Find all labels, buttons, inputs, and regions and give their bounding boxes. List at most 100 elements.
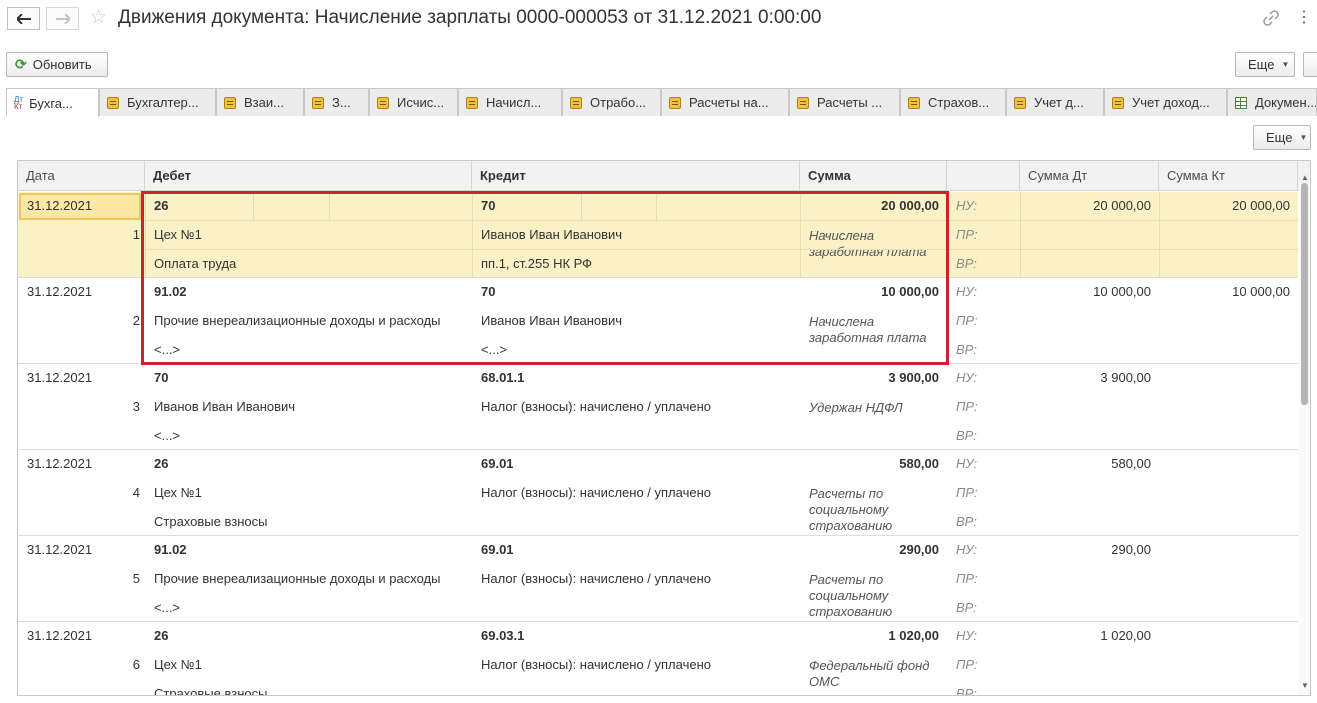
scroll-up-icon[interactable]: ▲ xyxy=(1301,173,1309,182)
tab-accounting[interactable]: Дт Кт Бухга... xyxy=(6,88,99,117)
credit-account: 69.03.1 xyxy=(481,628,525,643)
accounting-type-label-nu: НУ: xyxy=(956,628,978,643)
debit-subconto-2: <...> xyxy=(154,342,181,357)
accounting-type-label-vr: ВР: xyxy=(956,342,977,357)
tab-label: Учет доход... xyxy=(1132,95,1210,110)
tab-label: Отрабо... xyxy=(590,95,647,110)
table-row[interactable]: 31.12.2021 5 91.02 Прочие внереализационные… xyxy=(18,536,1298,622)
debit-subconto-2: Страховые взносы xyxy=(154,686,268,696)
accounting-type-label-nu: НУ: xyxy=(956,198,978,213)
help-button[interactable] xyxy=(1303,52,1317,77)
table-row[interactable]: 31.12.2021 6 26 Цех №1 Страховые взносы 69.03… xyxy=(18,622,1298,696)
tab-label: Начисл... xyxy=(486,95,542,110)
row-date: 31.12.2021 xyxy=(27,628,93,643)
table-row[interactable]: 31.12.2021 3 70 Иванов Иван Иванович <...> 68… xyxy=(18,364,1298,450)
tab-register-9[interactable]: Страхов... xyxy=(900,88,1006,116)
row-date: 31.12.2021 xyxy=(27,456,93,471)
tab-documents[interactable]: Докумен... xyxy=(1227,88,1317,116)
col-sum-dt[interactable]: Сумма Дт xyxy=(1020,161,1159,191)
credit-subconto-1: Налог (взносы): начислено / уплачено xyxy=(481,399,711,414)
col-sum-kt[interactable]: Сумма Кт xyxy=(1159,161,1298,191)
amount: 580,00 xyxy=(899,456,939,471)
column-separator xyxy=(1020,192,1021,278)
entry-content: Начислена заработная плата xyxy=(809,228,927,259)
register-icon xyxy=(908,96,920,109)
sum-dt: 580,00 xyxy=(1111,456,1151,471)
refresh-button[interactable]: ⟳ Обновить xyxy=(6,52,108,77)
favorite-star-icon[interactable]: ☆ xyxy=(90,7,107,29)
tab-register-10[interactable]: Учет д... xyxy=(1006,88,1104,116)
debit-subconto-2: Оплата труда xyxy=(154,256,237,271)
register-icon xyxy=(570,96,582,109)
accounting-type-label-pr: ПР: xyxy=(956,227,978,242)
col-debit[interactable]: Дебет xyxy=(145,161,472,191)
scrollbar-thumb[interactable] xyxy=(1301,183,1308,405)
table-more-button[interactable]: Еще ▼ xyxy=(1253,125,1311,150)
credit-account: 68.01.1 xyxy=(481,370,525,385)
tab-register-5[interactable]: Начисл... xyxy=(458,88,562,116)
register-icon xyxy=(1112,96,1124,109)
tab-label: Бухгалтер... xyxy=(127,95,199,110)
tab-register-1[interactable]: Бухгалтер... xyxy=(99,88,216,116)
link-icon[interactable] xyxy=(1263,10,1279,29)
back-button[interactable] xyxy=(7,7,40,30)
accounting-type-label-nu: НУ: xyxy=(956,370,978,385)
column-separator xyxy=(800,192,801,278)
table-row[interactable]: 31.12.2021 4 26 Цех №1 Страховые взносы 69.01… xyxy=(18,450,1298,536)
col-date[interactable]: Дата xyxy=(18,161,145,191)
table-row[interactable]: 31.12.2021 1 26 Цех №1 Оплата труда 70 Иванов … xyxy=(18,192,1298,278)
row-number: 3 xyxy=(132,399,140,414)
subcolumn-separator xyxy=(329,192,330,220)
arrow-right-icon xyxy=(55,13,70,24)
debit-account: 70 xyxy=(154,370,169,385)
register-icon xyxy=(224,96,236,109)
register-icon xyxy=(312,96,324,109)
tab-register-2[interactable]: Взаи... xyxy=(216,88,304,116)
more-label: Еще xyxy=(1248,57,1275,72)
arrow-left-icon xyxy=(16,13,31,24)
more-vertical-icon[interactable]: ⋮ xyxy=(1296,8,1312,28)
col-accounting-type[interactable] xyxy=(947,161,1020,191)
subcolumn-separator xyxy=(581,192,582,220)
entry-content: Удержан НДФЛ xyxy=(809,400,903,415)
scroll-down-icon[interactable]: ▼ xyxy=(1301,681,1309,690)
forward-button[interactable] xyxy=(46,7,79,30)
debit-subconto-2: Страховые взносы xyxy=(154,514,268,529)
credit-subconto-1: Налог (взносы): начислено / уплачено xyxy=(481,485,711,500)
row-separator xyxy=(145,220,1298,221)
tab-register-3[interactable]: З... xyxy=(304,88,369,116)
debit-subconto-1: Цех №1 xyxy=(154,485,202,500)
sum-kt: 20 000,00 xyxy=(1232,198,1290,213)
col-amount[interactable]: Сумма xyxy=(800,161,947,191)
caret-down-icon: ▼ xyxy=(1281,60,1290,69)
tab-register-4[interactable]: Исчис... xyxy=(369,88,458,116)
register-icon xyxy=(797,96,809,109)
window-title: Движения документа: Начисление зарплаты … xyxy=(118,7,822,28)
more-button[interactable]: Еще ▼ xyxy=(1235,52,1295,77)
col-credit[interactable]: Кредит xyxy=(472,161,800,191)
tab-label: З... xyxy=(332,95,351,110)
row-date: 31.12.2021 xyxy=(27,542,93,557)
tab-register-6[interactable]: Отрабо... xyxy=(562,88,661,116)
entry-content: Расчеты по социальному страхованию xyxy=(809,486,893,533)
tab-register-11[interactable]: Учет доход... xyxy=(1104,88,1227,116)
table-row[interactable]: 31.12.2021 2 91.02 Прочие внереализационные… xyxy=(18,278,1298,364)
tab-register-7[interactable]: Расчеты на... xyxy=(661,88,789,116)
column-separator xyxy=(145,192,146,278)
credit-subconto-1: Налог (взносы): начислено / уплачено xyxy=(481,657,711,672)
tab-register-8[interactable]: Расчеты ... xyxy=(789,88,900,116)
debit-subconto-1: Цех №1 xyxy=(154,227,202,242)
row-number: 5 xyxy=(132,571,140,586)
debit-account: 91.02 xyxy=(154,284,187,299)
credit-account: 69.01 xyxy=(481,456,514,471)
entry-content: Начислена заработная плата xyxy=(809,314,927,345)
grid-icon xyxy=(1235,96,1247,109)
row-number: 4 xyxy=(132,485,140,500)
amount: 3 900,00 xyxy=(888,370,939,385)
caret-down-icon: ▼ xyxy=(1299,133,1308,142)
debit-subconto-1: Прочие внереализационные доходы и расход… xyxy=(154,571,441,586)
register-tabs: Дт Кт Бухга... Бухгалтер... Взаи... З... … xyxy=(6,88,1317,117)
credit-subconto-2: пп.1, ст.255 НК РФ xyxy=(481,256,593,271)
register-icon xyxy=(466,96,478,109)
accounting-type-label-pr: ПР: xyxy=(956,571,978,586)
